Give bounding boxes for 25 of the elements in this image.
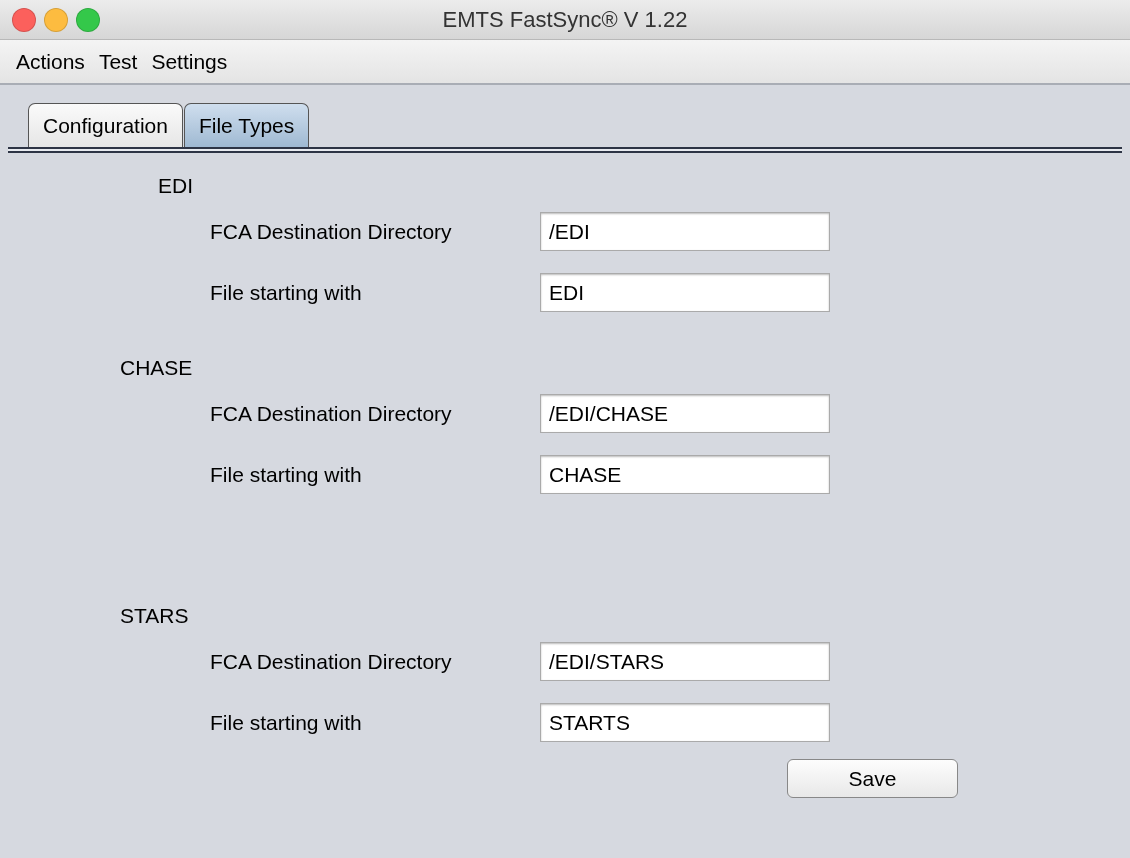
menu-item[interactable]: Test xyxy=(98,40,138,83)
text-field[interactable]: /EDI/CHASE xyxy=(540,394,830,433)
section-title: CHASE xyxy=(119,355,194,381)
zoom-button[interactable] xyxy=(76,8,100,32)
menu-item[interactable]: Actions xyxy=(16,40,85,83)
menu-item[interactable]: Settings xyxy=(151,40,228,83)
text-field[interactable]: /EDI/STARS xyxy=(540,642,830,681)
text-field[interactable]: /EDI xyxy=(540,212,830,251)
field-label: FCA Destination Directory xyxy=(210,218,453,245)
close-button[interactable] xyxy=(12,8,36,32)
field-label: File starting with xyxy=(210,279,363,306)
minimize-button[interactable] xyxy=(44,8,68,32)
tab[interactable]: File Types xyxy=(183,103,310,147)
window-title: EMTS FastSync® V 1.22 xyxy=(442,7,688,32)
save-button[interactable]: Save xyxy=(787,759,958,798)
text-field[interactable]: EDI xyxy=(540,273,830,312)
field-label: File starting with xyxy=(210,709,363,736)
field-label: FCA Destination Directory xyxy=(210,648,453,675)
section-title: STARS xyxy=(119,603,190,629)
tab[interactable]: Configuration xyxy=(28,103,183,147)
field-label: File starting with xyxy=(210,461,363,488)
field-label: FCA Destination Directory xyxy=(210,400,453,427)
text-field[interactable]: CHASE xyxy=(540,455,830,494)
section-title: EDI xyxy=(157,173,194,199)
text-field[interactable]: STARTS xyxy=(540,703,830,742)
